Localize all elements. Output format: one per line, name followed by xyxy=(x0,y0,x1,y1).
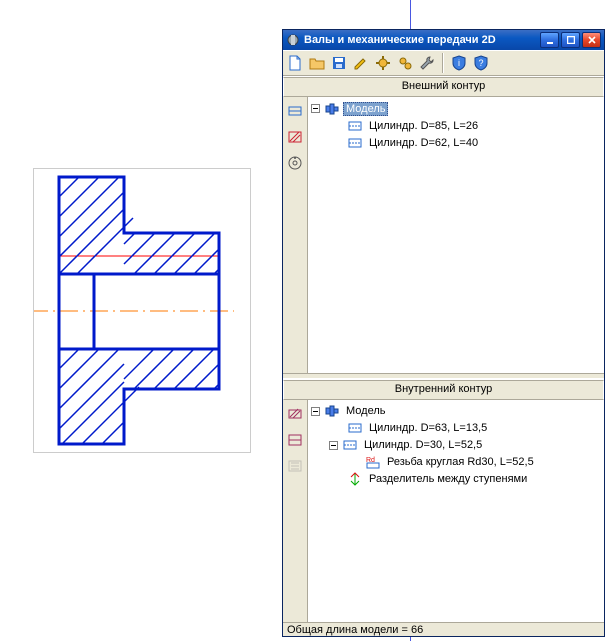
tree-label: Цилиндр. D=85, L=26 xyxy=(366,119,481,133)
cylinder-icon xyxy=(342,437,358,453)
new-icon[interactable] xyxy=(287,55,303,71)
maximize-button[interactable] xyxy=(561,32,580,48)
tree-label: Разделитель между ступенями xyxy=(366,472,530,486)
open-icon[interactable] xyxy=(309,55,325,71)
tree-row-item[interactable]: Rd Резьба круглая Rd30, L=52,5 xyxy=(311,454,604,471)
tree-row-item[interactable]: Цилиндр. D=62, L=40 xyxy=(311,134,604,151)
outer-tree[interactable]: Модель Цилиндр. D=85, L=26 xyxy=(309,98,604,373)
window-title: Валы и механические передачи 2D xyxy=(304,34,538,46)
gear2-icon[interactable] xyxy=(397,55,413,71)
inner-step-icon[interactable] xyxy=(284,429,306,451)
tree-row-item[interactable]: Цилиндр. D=30, L=52,5 xyxy=(311,437,604,454)
save-icon[interactable] xyxy=(331,55,347,71)
wrench-icon[interactable] xyxy=(419,55,435,71)
app-icon xyxy=(286,33,300,47)
gear1-icon[interactable] xyxy=(375,55,391,71)
hatch-step-icon[interactable] xyxy=(284,126,306,148)
tree-row-item[interactable]: Цилиндр. D=63, L=13,5 xyxy=(311,420,604,437)
inner-leftbar xyxy=(283,400,308,622)
cylinder-icon xyxy=(347,135,363,151)
tree-row-item[interactable]: Цилиндр. D=85, L=26 xyxy=(311,117,604,134)
tree-row-item[interactable]: Разделитель между ступенями xyxy=(311,471,604,488)
model-icon xyxy=(324,101,340,117)
svg-text:i: i xyxy=(458,58,460,68)
shield-info-icon[interactable]: i xyxy=(451,55,467,71)
statusbar: Общая длина модели = 66 xyxy=(283,622,604,636)
thread-icon: Rd xyxy=(365,454,381,470)
cylinder-step-icon[interactable] xyxy=(284,100,306,122)
cylinder-icon xyxy=(347,420,363,436)
tree-label: Резьба круглая Rd30, L=52,5 xyxy=(384,455,537,469)
cylinder-icon xyxy=(347,118,363,134)
svg-text:?: ? xyxy=(478,58,483,68)
outer-section-header: Внешний контур xyxy=(283,77,604,97)
expander-icon[interactable] xyxy=(329,441,338,450)
titlebar[interactable]: Валы и механические передачи 2D xyxy=(283,30,604,50)
toolbar-separator xyxy=(442,53,444,73)
tree-row-model[interactable]: Модель xyxy=(311,403,604,420)
expander-icon[interactable] xyxy=(311,407,320,416)
inner-section-header: Внутренний контур xyxy=(283,380,604,400)
edit-icon[interactable] xyxy=(353,55,369,71)
tree-label: Цилиндр. D=30, L=52,5 xyxy=(361,438,485,452)
shafts-window: Валы и механические передачи 2D xyxy=(282,29,605,637)
status-text: Общая длина модели = 66 xyxy=(287,624,423,636)
separator-icon xyxy=(347,471,363,487)
model-icon xyxy=(324,403,340,419)
inner-tree[interactable]: Модель Цилиндр. D=63, L=13,5 xyxy=(309,401,604,622)
drawing-svg xyxy=(34,169,250,452)
expander-icon[interactable] xyxy=(311,104,320,113)
drawing-preview xyxy=(33,168,251,453)
bearing-icon[interactable] xyxy=(284,152,306,174)
minimize-button[interactable] xyxy=(540,32,559,48)
shield-help-icon[interactable]: ? xyxy=(473,55,489,71)
tree-label: Модель xyxy=(343,102,388,116)
tree-label: Цилиндр. D=62, L=40 xyxy=(366,136,481,150)
outer-leftbar xyxy=(283,97,308,373)
inner-cyl-icon[interactable] xyxy=(284,403,306,425)
tree-label: Цилиндр. D=63, L=13,5 xyxy=(366,421,490,435)
close-button[interactable] xyxy=(582,32,601,48)
tree-row-model[interactable]: Модель xyxy=(311,100,604,117)
tree-label: Модель xyxy=(343,404,388,418)
main-toolbar: i ? xyxy=(283,50,604,76)
inner-disabled-icon xyxy=(284,455,306,477)
